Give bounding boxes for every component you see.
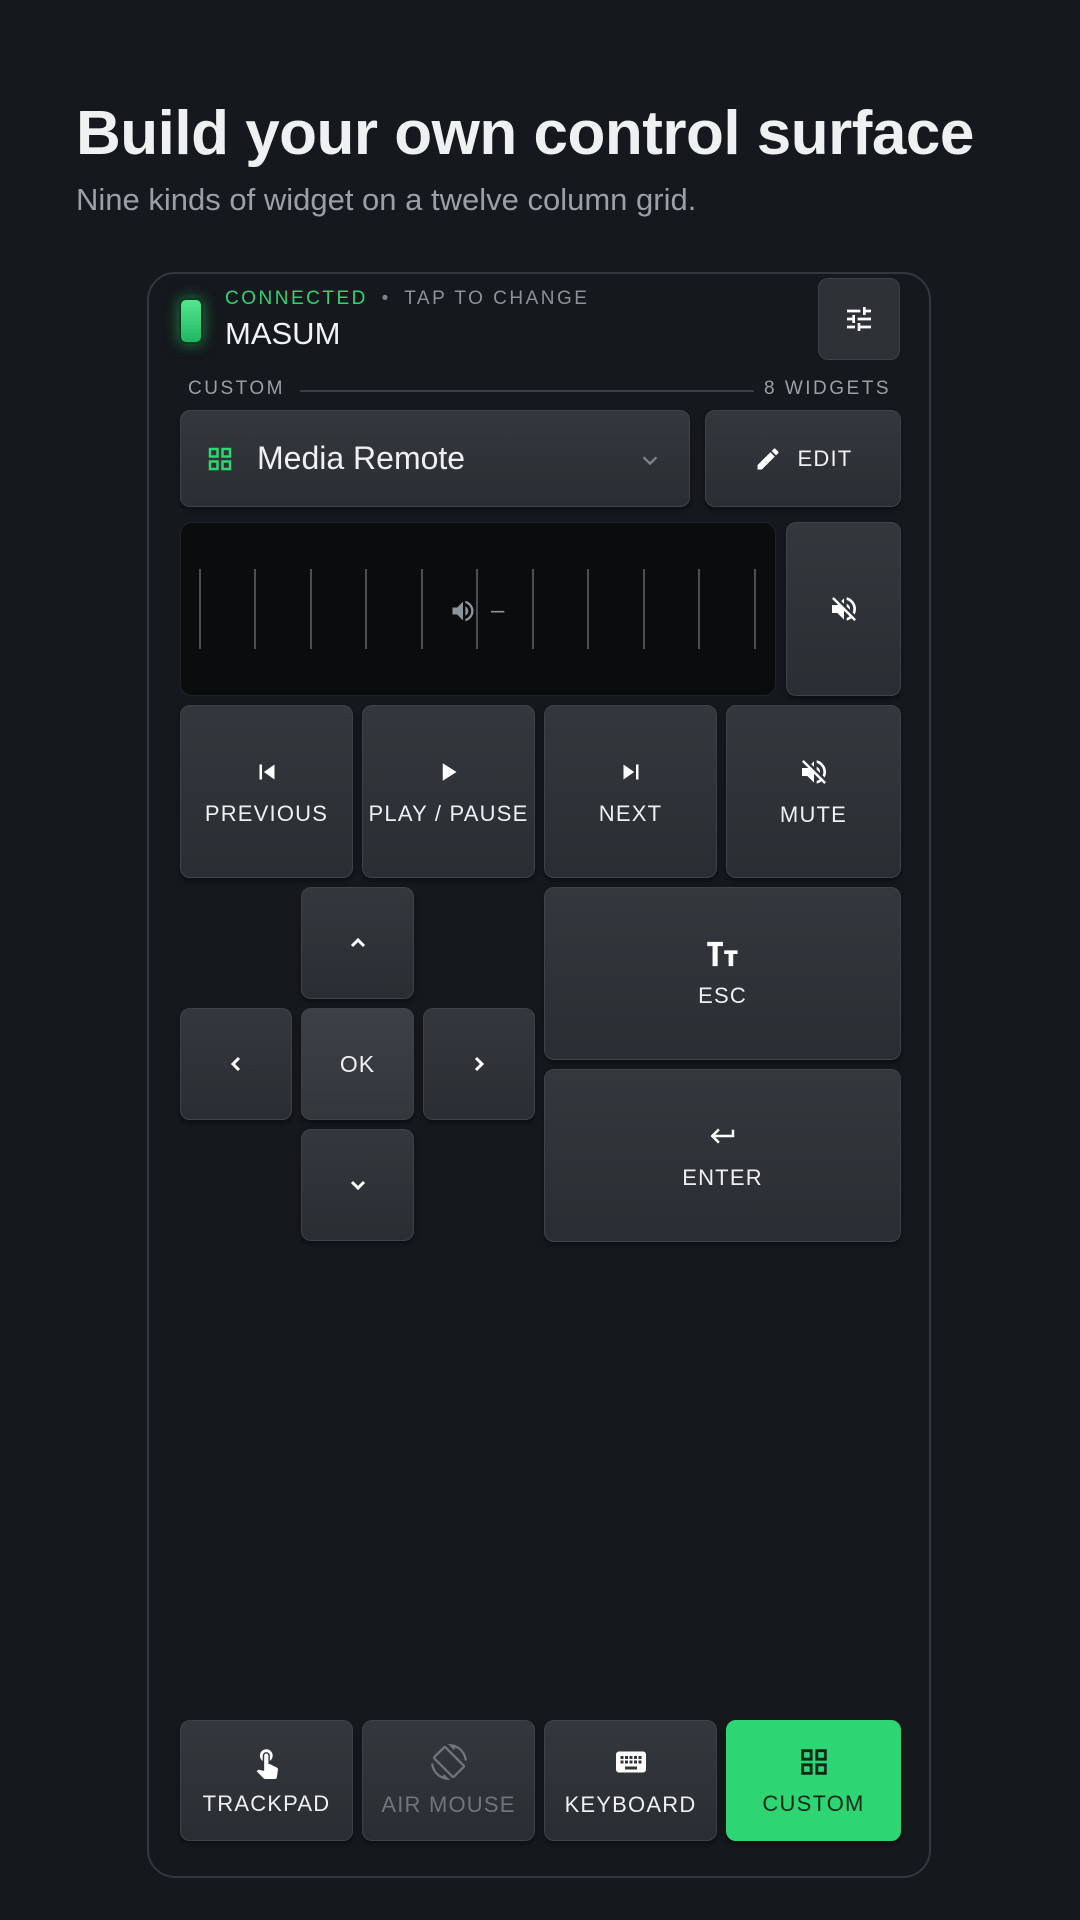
esc-key-button[interactable]: ESC (544, 887, 901, 1060)
dpad-right-button[interactable] (423, 1008, 535, 1120)
skip-next-icon (623, 764, 638, 779)
phone-frame: CONNECTED • TAP TO CHANGE MASUM CUSTOM 8… (147, 272, 931, 1878)
screen-rotation-icon (430, 1743, 467, 1780)
slider-tick (310, 569, 312, 649)
pencil-icon (757, 447, 779, 469)
chevron-right-icon (474, 1056, 485, 1072)
nav-keyboard[interactable]: KEYBOARD (544, 1720, 717, 1841)
enter-key-button[interactable]: ENTER (544, 1069, 901, 1242)
tap-to-change-hint: TAP TO CHANGE (404, 288, 590, 309)
slider-tick (532, 569, 534, 649)
text-size-icon (706, 941, 738, 966)
page-title: Build your own control surface (76, 99, 974, 168)
dpad-ok-button[interactable]: OK (301, 1008, 414, 1120)
chevron-down-icon (350, 1180, 365, 1191)
keyboard-icon (615, 1751, 646, 1772)
settings-button[interactable] (818, 278, 900, 360)
chevron-up-icon (350, 937, 365, 948)
dpad-down-button[interactable] (301, 1129, 414, 1241)
sliders-icon (847, 307, 871, 331)
layout-name: Media Remote (257, 440, 466, 476)
grid-icon (208, 447, 232, 470)
connection-status[interactable]: CONNECTED • TAP TO CHANGE (225, 288, 589, 310)
previous-button[interactable]: PREVIOUS (180, 705, 353, 878)
section-divider (300, 390, 754, 392)
enter-icon (710, 1128, 734, 1143)
page-subtitle: Nine kinds of widget on a twelve column … (76, 182, 697, 217)
nav-air-mouse[interactable]: AIR MOUSE (362, 1720, 535, 1841)
skip-previous-icon (259, 764, 274, 779)
next-button[interactable]: NEXT (544, 705, 717, 878)
volume-slider[interactable]: – (180, 522, 776, 696)
nav-trackpad[interactable]: TRACKPAD (180, 1720, 353, 1841)
mute-button[interactable]: MUTE (726, 705, 901, 878)
enter-label: ENTER (682, 1164, 763, 1190)
volume-off-icon (831, 597, 856, 621)
mute-label: MUTE (779, 801, 848, 827)
slider-tick (199, 569, 201, 649)
grid-icon (800, 1748, 827, 1775)
play-pause-button[interactable]: PLAY / PAUSE (362, 705, 535, 878)
nav-trackpad-label: TRACKPAD (202, 1790, 331, 1816)
volume-value: – (491, 597, 505, 624)
slider-tick (754, 569, 756, 649)
edit-button[interactable]: EDIT (705, 410, 901, 507)
nav-custom[interactable]: CUSTOM (726, 1720, 901, 1841)
slider-tick (643, 569, 645, 649)
connection-state: CONNECTED (225, 288, 368, 309)
connection-led (179, 298, 203, 344)
chevron-left-icon (230, 1056, 241, 1072)
esc-label: ESC (698, 982, 747, 1008)
layout-dropdown[interactable]: Media Remote (180, 410, 690, 507)
slider-tick (698, 569, 700, 649)
slider-tick (587, 569, 589, 649)
volume-off-icon (801, 759, 826, 784)
next-label: NEXT (598, 800, 663, 826)
volume-mute-button[interactable] (786, 522, 901, 696)
touch-icon (256, 1748, 278, 1779)
nav-air-mouse-label: AIR MOUSE (381, 1791, 516, 1817)
slider-tick (365, 569, 367, 649)
device-name[interactable]: MASUM (225, 316, 340, 352)
nav-keyboard-label: KEYBOARD (564, 1791, 697, 1817)
nav-custom-label: CUSTOM (762, 1790, 865, 1816)
widget-count: 8 WIDGETS (763, 378, 891, 399)
section-label: CUSTOM (188, 378, 285, 399)
slider-tick (421, 569, 423, 649)
volume-icon (452, 600, 474, 622)
ok-label: OK (339, 1050, 376, 1077)
dpad-up-button[interactable] (301, 887, 414, 999)
edit-label: EDIT (797, 445, 853, 471)
dpad-left-button[interactable] (180, 1008, 292, 1120)
status-separator: • (381, 288, 391, 309)
slider-tick (254, 569, 256, 649)
play-pause-label: PLAY / PAUSE (368, 800, 529, 826)
previous-label: PREVIOUS (204, 800, 329, 826)
chevron-down-icon (642, 456, 658, 466)
play-icon (442, 762, 456, 781)
